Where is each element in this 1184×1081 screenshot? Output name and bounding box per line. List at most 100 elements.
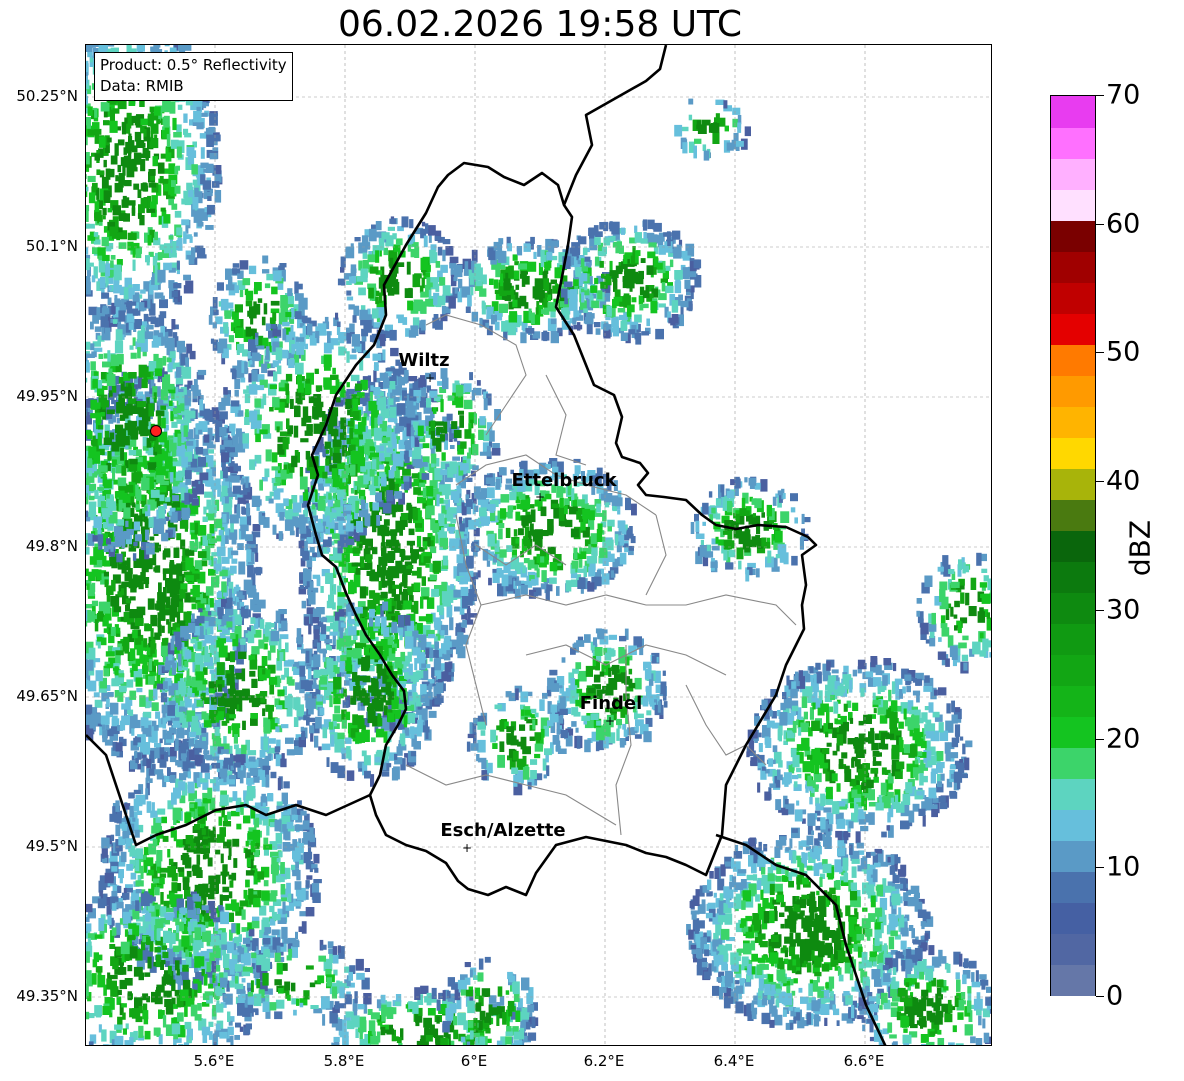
echo-cell — [129, 946, 138, 959]
echo-cell — [115, 175, 119, 182]
echo-cell — [241, 978, 246, 983]
echo-cell — [160, 207, 166, 212]
echo-cell — [131, 502, 136, 508]
echo-cell — [251, 531, 261, 538]
echo-cell — [86, 60, 89, 69]
echo-cell — [122, 1028, 127, 1035]
echo-cell — [246, 857, 251, 867]
echo-cell — [86, 258, 90, 271]
echo-cell — [283, 828, 287, 840]
echo-cell — [86, 45, 93, 52]
echo-cell — [209, 538, 217, 543]
echo-cell — [154, 565, 161, 573]
echo-cell — [186, 254, 196, 259]
echo-cell — [229, 797, 233, 803]
echo-cell — [175, 960, 180, 971]
echo-cell — [169, 570, 173, 584]
echo-cell — [147, 649, 151, 656]
echo-cell — [186, 870, 192, 878]
echo-cell — [164, 45, 170, 47]
echo-cell — [201, 839, 209, 845]
echo-cell — [106, 663, 113, 669]
echo-cell — [94, 153, 100, 161]
echo-cell — [143, 136, 151, 142]
echo-cell — [101, 236, 109, 247]
echo-cell — [456, 554, 463, 564]
echo-cell — [278, 851, 283, 858]
echo-cell — [141, 726, 145, 732]
echo-cell — [230, 514, 239, 524]
echo-cell — [462, 620, 467, 628]
echo-cell — [176, 165, 180, 171]
echo-cell — [176, 124, 182, 133]
echo-cell — [300, 810, 307, 816]
echo-cell — [243, 815, 251, 824]
radar-map[interactable] — [85, 44, 992, 1046]
echo-cell — [86, 223, 95, 229]
echo-cell — [196, 908, 200, 915]
echo-cell — [253, 567, 263, 574]
echo-cell — [277, 689, 285, 697]
echo-cell — [206, 627, 211, 635]
echo-cell — [137, 391, 144, 399]
echo-cell — [166, 907, 174, 913]
echo-cell — [297, 800, 302, 805]
echo-cell — [169, 613, 175, 622]
echo-cell — [305, 907, 315, 917]
echo-cell — [101, 292, 110, 299]
echo-cell — [279, 652, 284, 661]
echo-cell — [204, 491, 213, 498]
echo-cell — [125, 604, 130, 612]
echo-cell — [166, 134, 171, 147]
echo-cell — [135, 859, 140, 872]
echo-cell — [110, 626, 116, 636]
echo-cell — [155, 989, 161, 1003]
echo-cell — [207, 888, 216, 893]
echo-cell — [261, 890, 270, 901]
echo-cell — [121, 1003, 127, 1008]
echo-cell — [125, 838, 131, 850]
echo-cell — [292, 839, 298, 848]
echo-cell — [88, 647, 96, 661]
echo-cell — [88, 1041, 94, 1045]
echo-cell — [131, 242, 140, 249]
echo-cell — [205, 225, 214, 230]
echo-cell — [120, 969, 124, 975]
echo-cell — [152, 838, 158, 847]
echo-cell — [142, 147, 149, 159]
echo-cell — [239, 900, 249, 907]
echo-cell — [132, 284, 140, 292]
echo-cell — [166, 582, 175, 594]
echo-cell — [359, 556, 365, 568]
echo-cell — [102, 215, 106, 220]
echo-cell — [248, 888, 254, 900]
echo-cell — [109, 944, 116, 949]
echo-cell — [127, 965, 133, 972]
echo-cell — [209, 524, 215, 534]
echo-cell — [93, 692, 100, 698]
echo-cell — [285, 867, 291, 879]
echo-cell — [461, 627, 466, 633]
echo-cell — [111, 903, 117, 911]
echo-cell — [170, 252, 177, 258]
echo-cell — [231, 923, 236, 933]
echo-cell — [293, 901, 302, 907]
echo-cell — [162, 552, 166, 560]
echo-cell — [138, 972, 144, 981]
echo-cell — [203, 720, 212, 728]
echo-cell — [216, 986, 223, 997]
echo-cell — [103, 226, 108, 233]
echo-cell — [117, 139, 125, 146]
echo-cell — [135, 677, 143, 687]
echo-cell — [421, 576, 426, 586]
echo-cell — [392, 511, 396, 518]
echo-cell — [159, 176, 164, 184]
echo-cell — [282, 901, 286, 915]
echo-cell — [161, 704, 168, 714]
echo-cell — [257, 871, 265, 880]
echo-cell — [184, 660, 189, 667]
echo-cell — [207, 611, 212, 616]
echo-cell — [306, 855, 311, 864]
echo-cell — [202, 993, 210, 1001]
echo-cell — [252, 524, 261, 531]
